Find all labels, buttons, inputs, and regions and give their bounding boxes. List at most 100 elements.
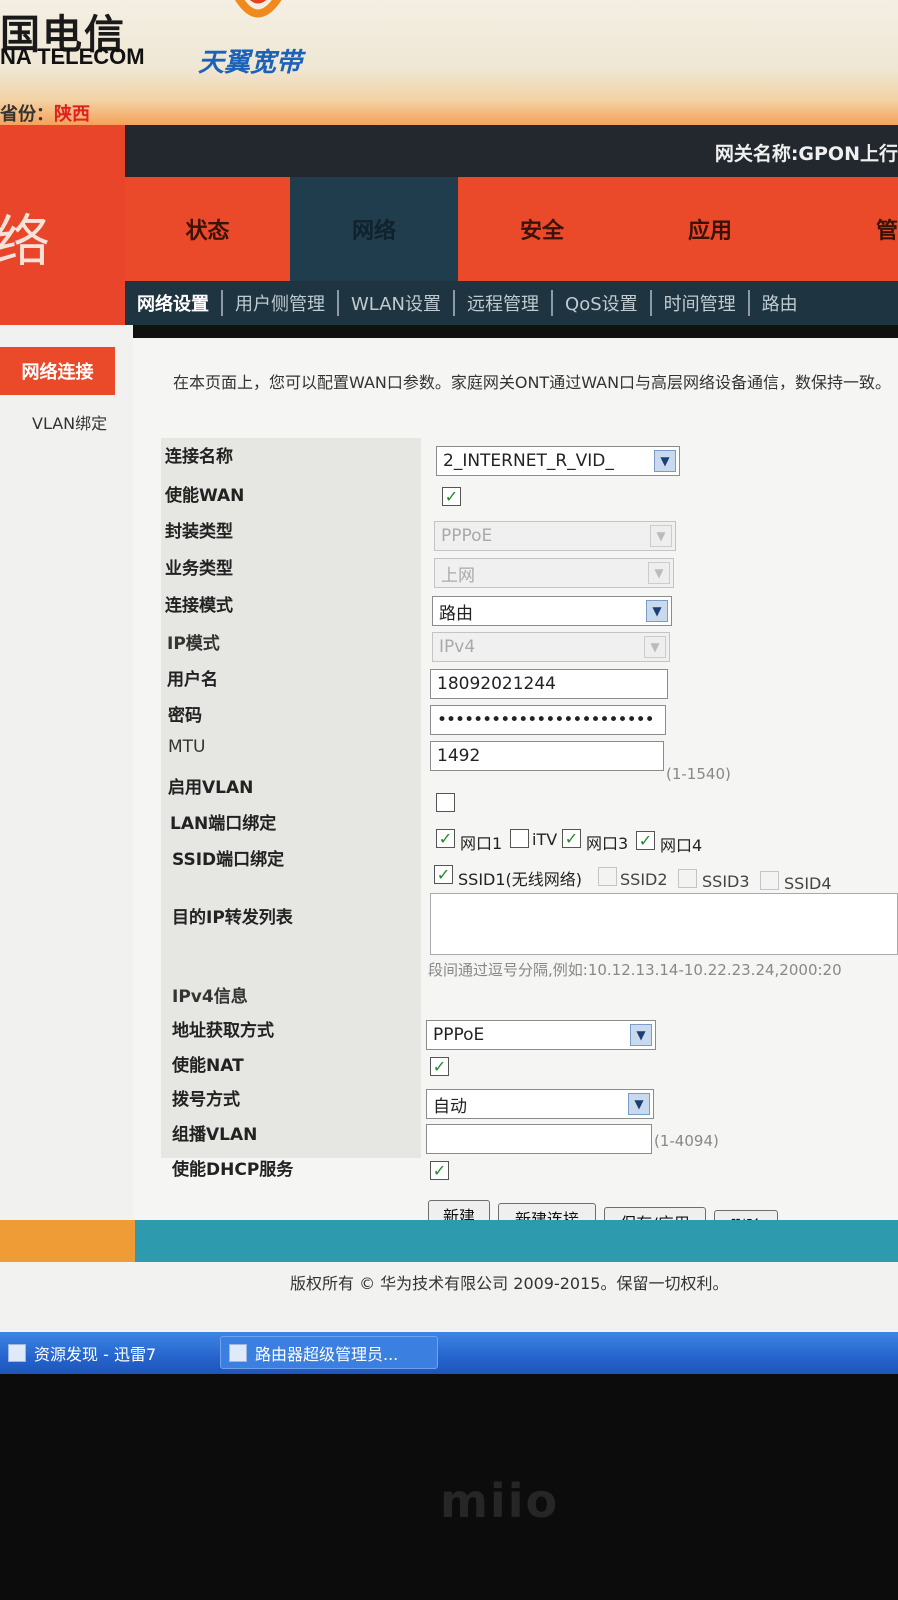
dest-ip-label: 目的IP转发列表 bbox=[172, 908, 293, 928]
enable-dhcp-checkbox[interactable]: ✓ bbox=[430, 1161, 449, 1180]
taskbar-item-xunlei[interactable]: 资源发现 - 迅雷7 bbox=[0, 1336, 208, 1369]
connection-name-select[interactable]: 2_INTERNET_R_VID_ ▼ bbox=[436, 446, 680, 476]
password-input[interactable]: •••••••••••••••••••••••• bbox=[430, 705, 666, 735]
enable-wan-checkbox[interactable]: ✓ bbox=[442, 487, 461, 506]
enable-nat-checkbox[interactable]: ✓ bbox=[430, 1057, 449, 1076]
sidebar-item-network-connection[interactable]: 网络连接 bbox=[0, 347, 115, 395]
tab-management[interactable]: 管 bbox=[794, 177, 898, 281]
addr-method-label: 地址获取方式 bbox=[172, 1021, 274, 1041]
ssid4-checkbox[interactable] bbox=[760, 871, 779, 890]
chevron-down-icon: ▼ bbox=[646, 600, 668, 622]
windows-taskbar: 资源发现 - 迅雷7 路由器超级管理员... bbox=[0, 1332, 898, 1374]
ssid4-label: SSID4 bbox=[784, 874, 832, 893]
subnav-network-settings[interactable]: 网络设置 bbox=[125, 290, 221, 316]
taskbar-item-router-admin[interactable]: 路由器超级管理员... bbox=[220, 1336, 438, 1369]
tab-network[interactable]: 网络 bbox=[290, 177, 458, 281]
encap-select[interactable]: PPPoE ▼ bbox=[434, 521, 676, 551]
sidebar: 网络连接 VLAN绑定 bbox=[0, 325, 133, 1220]
dest-ip-textarea[interactable] bbox=[430, 893, 898, 955]
enable-vlan-checkbox[interactable] bbox=[436, 793, 455, 812]
tab-security[interactable]: 安全 bbox=[458, 177, 626, 281]
dial-method-label: 拨号方式 bbox=[172, 1090, 240, 1110]
chevron-down-icon: ▼ bbox=[650, 525, 672, 547]
ssid2-label: SSID2 bbox=[620, 870, 668, 889]
mtu-hint: (1-1540) bbox=[666, 765, 731, 783]
dial-method-value: 自动 bbox=[433, 1096, 467, 1117]
ip-mode-select[interactable]: IPv4 ▼ bbox=[432, 632, 670, 662]
connection-mode-select[interactable]: 路由 ▼ bbox=[432, 596, 672, 626]
chevron-down-icon: ▼ bbox=[630, 1024, 652, 1046]
service-type-value: 上网 bbox=[441, 565, 475, 586]
intro-text: 在本页面上，您可以配置WAN口参数。家庭网关ONT通过WAN口与高层网络设备通信… bbox=[173, 373, 892, 392]
enable-wan-label: 使能WAN bbox=[165, 486, 245, 506]
lan-port1-checkbox[interactable]: ✓ bbox=[436, 829, 455, 848]
broadband-logo-icon bbox=[235, 0, 282, 18]
sidebar-item-vlan-binding[interactable]: VLAN绑定 bbox=[32, 410, 107, 434]
main-tabs: 状态 网络 安全 应用 管 bbox=[125, 177, 898, 281]
telecom-logo-en: NA TELECOM bbox=[0, 44, 145, 69]
ip-mode-value: IPv4 bbox=[439, 637, 476, 657]
enable-dhcp-label: 使能DHCP服务 bbox=[172, 1160, 294, 1180]
lan-itv-checkbox[interactable] bbox=[510, 829, 529, 848]
province-value: 陕西 bbox=[54, 104, 90, 125]
lan-port3-checkbox[interactable]: ✓ bbox=[562, 829, 581, 848]
tab-status[interactable]: 状态 bbox=[125, 177, 290, 281]
subnav-time[interactable]: 时间管理 bbox=[649, 290, 748, 316]
service-type-select[interactable]: 上网 ▼ bbox=[434, 558, 674, 588]
province-row: 省份：陕西 bbox=[0, 100, 90, 126]
addr-method-value: PPPoE bbox=[433, 1025, 485, 1045]
ssid-bind-label: SSID端口绑定 bbox=[172, 850, 285, 870]
ssid3-checkbox[interactable] bbox=[678, 869, 697, 888]
ipv4-info-label: IPv4信息 bbox=[172, 987, 248, 1007]
multicast-vlan-label: 组播VLAN bbox=[172, 1125, 258, 1145]
monitor-bezel: miio bbox=[0, 1374, 898, 1600]
username-input[interactable] bbox=[430, 669, 668, 699]
password-label: 密码 bbox=[168, 706, 202, 726]
encap-label: 封装类型 bbox=[165, 522, 233, 542]
gateway-bar: 网关名称:GPON上行 bbox=[125, 125, 898, 177]
copyright-text: 版权所有 © 华为技术有限公司 2009-2015。保留一切权利。 bbox=[290, 1274, 729, 1293]
sub-nav: 网络设置 用户侧管理 WLAN设置 远程管理 QoS设置 时间管理 路由 bbox=[125, 281, 898, 325]
multicast-vlan-input[interactable] bbox=[426, 1124, 652, 1154]
dial-method-select[interactable]: 自动 ▼ bbox=[426, 1089, 654, 1119]
footer-accent bbox=[0, 1220, 135, 1262]
gateway-name: 网关名称:GPON上行 bbox=[714, 143, 898, 165]
chevron-down-icon: ▼ bbox=[648, 562, 670, 584]
subnav-remote[interactable]: 远程管理 bbox=[453, 290, 551, 316]
mtu-input[interactable] bbox=[430, 741, 664, 771]
lan-itv-label: iTV bbox=[532, 830, 558, 849]
addr-method-select[interactable]: PPPoE ▼ bbox=[426, 1020, 656, 1050]
ssid1-label: SSID1(无线网络) bbox=[458, 870, 583, 889]
subnav-qos[interactable]: QoS设置 bbox=[551, 290, 650, 316]
left-header-block: 络 bbox=[0, 125, 125, 325]
tab-application[interactable]: 应用 bbox=[626, 177, 794, 281]
app-icon bbox=[8, 1343, 26, 1362]
subnav-wlan[interactable]: WLAN设置 bbox=[337, 290, 453, 316]
subnav-route[interactable]: 路由 bbox=[747, 290, 810, 316]
subnav-user-side[interactable]: 用户侧管理 bbox=[221, 290, 337, 316]
lan-port3-label: 网口3 bbox=[586, 834, 629, 853]
username-label: 用户名 bbox=[167, 670, 218, 690]
broadband-brand: 天翼宽带 bbox=[198, 48, 303, 78]
page-icon bbox=[229, 1343, 247, 1362]
encap-value: PPPoE bbox=[441, 526, 493, 546]
dest-ip-hint: 段间通过逗号分隔,例如:10.12.13.14-10.22.23.24,2000… bbox=[428, 961, 842, 979]
lan-port1-label: 网口1 bbox=[460, 834, 503, 853]
lan-port4-label: 网口4 bbox=[660, 836, 703, 855]
service-type-label: 业务类型 bbox=[165, 559, 233, 579]
top-banner: 国电信 NA TELECOM 天翼宽带 省份：陕西 bbox=[0, 0, 898, 125]
enable-vlan-label: 启用VLAN bbox=[168, 778, 254, 798]
monitor-brand-logo: miio bbox=[440, 1474, 560, 1528]
chevron-down-icon: ▼ bbox=[628, 1093, 650, 1115]
lan-bind-label: LAN端口绑定 bbox=[170, 814, 277, 834]
lan-port4-checkbox[interactable]: ✓ bbox=[636, 831, 655, 850]
ssid1-checkbox[interactable]: ✓ bbox=[434, 865, 453, 884]
chevron-down-icon: ▼ bbox=[644, 636, 666, 658]
province-label: 省份： bbox=[0, 104, 54, 125]
enable-nat-label: 使能NAT bbox=[172, 1056, 244, 1076]
left-header-glyph: 络 bbox=[0, 210, 50, 275]
connection-name-label: 连接名称 bbox=[165, 447, 233, 467]
connection-mode-value: 路由 bbox=[439, 603, 473, 624]
ssid2-checkbox[interactable] bbox=[598, 867, 617, 886]
ip-mode-label: IP模式 bbox=[167, 634, 220, 654]
